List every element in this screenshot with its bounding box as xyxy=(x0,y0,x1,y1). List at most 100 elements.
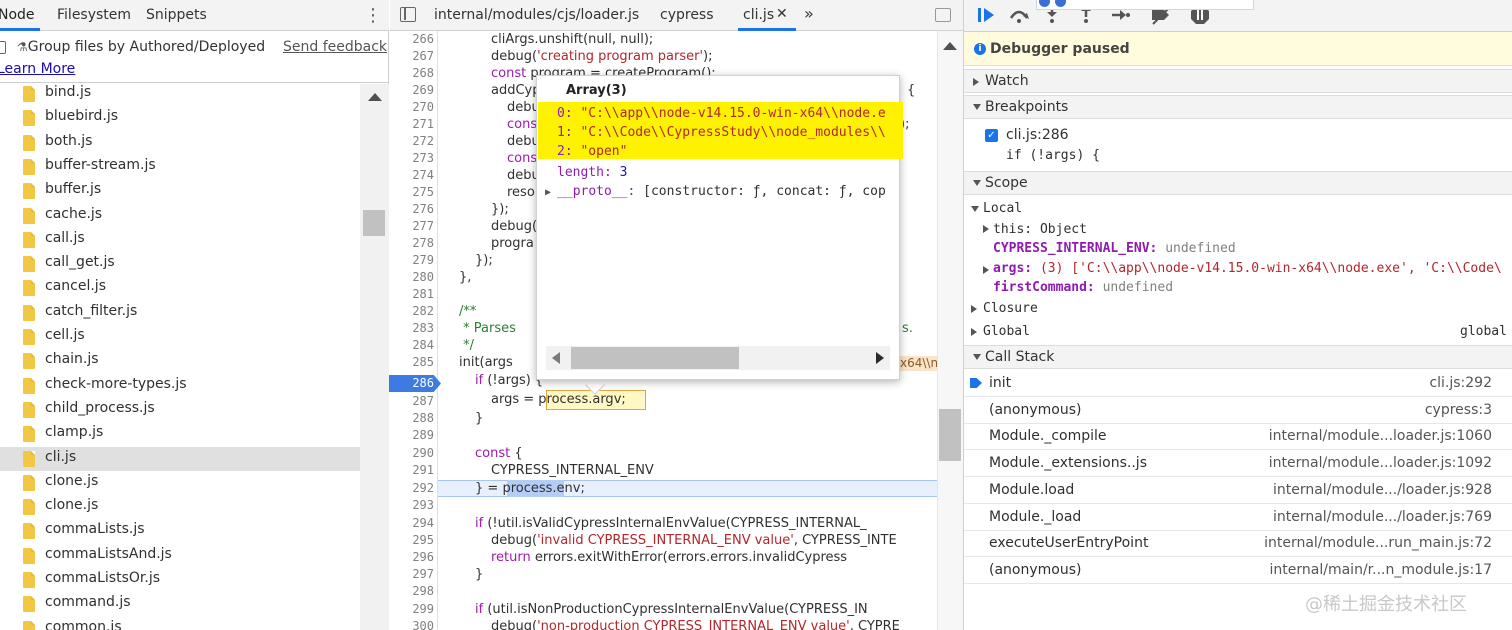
file-item[interactable]: command.js xyxy=(0,592,360,616)
expand-triangle-icon[interactable]: ▶ xyxy=(545,187,557,198)
line-number[interactable]: 275 xyxy=(390,184,434,201)
expand-triangle-icon[interactable] xyxy=(973,104,981,110)
line-number[interactable]: 271 xyxy=(390,116,434,133)
file-item[interactable]: call_get.js xyxy=(0,252,360,276)
scope-local[interactable]: Local xyxy=(983,201,1022,216)
tab-cli-js[interactable]: cli.js xyxy=(743,7,774,23)
line-number[interactable]: 300 xyxy=(390,618,434,630)
line-number[interactable]: 283 xyxy=(390,320,434,337)
tab-cypress[interactable]: cypress xyxy=(660,7,714,23)
breakpoint-location[interactable]: cli.js:286 xyxy=(1006,127,1069,143)
editor-scrollbar[interactable] xyxy=(937,31,963,630)
array-item-1[interactable]: 1: "C:\\Code\\CypressStudy\\node_modules… xyxy=(557,123,894,142)
line-number[interactable]: 285 xyxy=(390,354,434,371)
step-over-icon[interactable] xyxy=(1008,5,1030,25)
expand-triangle-icon[interactable] xyxy=(971,206,979,212)
breakpoint-checkbox[interactable]: ✓ xyxy=(985,129,998,142)
line-number[interactable]: 297 xyxy=(390,566,434,583)
toggle-debugger-icon[interactable] xyxy=(935,8,951,22)
line-number[interactable]: 270 xyxy=(390,99,434,116)
scope-this[interactable]: this: Object xyxy=(993,222,1087,237)
call-frame[interactable]: Module._load internal/module.../loader.js… xyxy=(964,504,1512,531)
line-number[interactable]: 274 xyxy=(390,167,434,184)
resume-icon[interactable] xyxy=(976,5,996,25)
array-item-0[interactable]: 0: "C:\\app\\node-v14.15.0-win-x64\\node… xyxy=(557,104,894,123)
close-tab-icon[interactable]: ✕ xyxy=(776,6,788,22)
line-number[interactable]: 266 xyxy=(390,31,434,48)
line-number[interactable]: 267 xyxy=(390,48,434,65)
line-number[interactable]: 299 xyxy=(390,601,434,618)
array-item-2[interactable]: 2: "open" xyxy=(557,142,894,161)
line-number[interactable]: 273 xyxy=(390,150,434,167)
tab-node[interactable]: Node xyxy=(0,7,35,23)
learn-more-link[interactable]: Learn More xyxy=(0,61,75,77)
line-number[interactable]: 279 xyxy=(390,252,434,269)
watch-section-header[interactable]: Watch xyxy=(964,69,1512,93)
call-frame[interactable]: Module.load internal/module.../loader.js:… xyxy=(964,477,1512,504)
line-number[interactable]: 269 xyxy=(390,82,434,99)
collapse-triangle-icon[interactable] xyxy=(971,305,977,313)
file-item[interactable]: catch_filter.js xyxy=(0,301,360,325)
toggle-navigator-icon[interactable] xyxy=(400,7,416,22)
collapse-triangle-icon[interactable] xyxy=(971,328,977,336)
line-number[interactable]: 295 xyxy=(390,532,434,549)
call-frame[interactable]: Module._extensions..js internal/module...… xyxy=(964,450,1512,478)
file-item[interactable]: bind.js xyxy=(0,82,360,106)
call-frame[interactable]: init cli.js:292 xyxy=(964,370,1512,397)
line-number[interactable]: 288 xyxy=(390,410,434,427)
call-frame[interactable]: executeUserEntryPoint internal/module...r… xyxy=(964,530,1512,558)
call-stack-section-header[interactable]: Call Stack xyxy=(964,345,1512,369)
file-list-scroll-thumb[interactable] xyxy=(363,210,385,236)
file-item[interactable]: clone.js xyxy=(0,471,360,495)
file-item[interactable]: cache.js xyxy=(0,204,360,228)
scroll-right-arrow-icon[interactable] xyxy=(876,352,884,364)
popover-scroll-thumb[interactable] xyxy=(571,347,739,369)
file-list-scrollbar[interactable] xyxy=(360,84,389,630)
file-item[interactable]: child_process.js xyxy=(0,398,360,422)
send-feedback-link[interactable]: Send feedback xyxy=(283,39,387,55)
breakpoint-line-number[interactable]: 286 xyxy=(390,375,434,392)
group-files-checkbox[interactable] xyxy=(0,41,6,54)
file-item[interactable]: buffer.js xyxy=(0,179,360,203)
file-item[interactable]: buffer-stream.js xyxy=(0,155,360,179)
collapse-triangle-icon[interactable] xyxy=(983,225,989,233)
file-item[interactable]: cancel.js xyxy=(0,276,360,300)
expand-triangle-icon[interactable] xyxy=(973,354,981,360)
line-number[interactable]: 292 xyxy=(390,480,434,497)
scroll-up-arrow-icon[interactable] xyxy=(368,93,382,101)
file-item[interactable]: chain.js xyxy=(0,349,360,373)
expand-triangle-icon[interactable] xyxy=(973,180,981,186)
line-number[interactable]: 298 xyxy=(390,583,434,600)
scope-args[interactable]: args: (3) ['C:\\app\\node-v14.15.0-win-x… xyxy=(993,261,1512,276)
file-item[interactable]: common.js xyxy=(0,617,360,630)
editor-scroll-thumb[interactable] xyxy=(939,409,961,461)
line-number[interactable]: 281 xyxy=(390,286,434,303)
scope-global[interactable]: Global xyxy=(983,324,1030,339)
line-number[interactable]: 268 xyxy=(390,65,434,82)
tab-filesystem[interactable]: Filesystem xyxy=(57,7,131,23)
line-number[interactable]: 272 xyxy=(390,133,434,150)
call-frame[interactable]: Module._compile internal/module...loader.… xyxy=(964,423,1512,451)
call-frame[interactable]: (anonymous) cypress:3 xyxy=(964,397,1512,424)
line-number[interactable]: 280 xyxy=(390,269,434,286)
line-number[interactable]: 291 xyxy=(390,462,434,479)
breakpoints-section-header[interactable]: Breakpoints xyxy=(964,95,1512,119)
scope-section-header[interactable]: Scope xyxy=(964,171,1512,195)
line-number[interactable]: 278 xyxy=(390,235,434,252)
tab-loader-js[interactable]: internal/modules/cjs/loader.js xyxy=(434,7,639,23)
file-item[interactable]: commaListsAnd.js xyxy=(0,544,360,568)
file-item[interactable]: bluebird.js xyxy=(0,106,360,130)
scroll-left-arrow-icon[interactable] xyxy=(552,352,560,364)
call-frame[interactable]: (anonymous) internal/main/r...n_module.js… xyxy=(964,557,1512,584)
scroll-up-arrow-icon[interactable] xyxy=(943,42,957,50)
line-number[interactable]: 290 xyxy=(390,445,434,462)
line-number[interactable]: 296 xyxy=(390,549,434,566)
line-number[interactable]: 294 xyxy=(390,515,434,532)
file-item[interactable]: cli.js xyxy=(0,446,360,471)
scope-closure[interactable]: Closure xyxy=(983,301,1038,316)
tab-snippets[interactable]: Snippets xyxy=(146,7,207,23)
line-number[interactable]: 277 xyxy=(390,218,434,235)
code-hover-expression[interactable]: process.argv xyxy=(538,392,621,407)
collapse-triangle-icon[interactable] xyxy=(983,266,989,274)
file-item[interactable]: both.js xyxy=(0,131,360,155)
